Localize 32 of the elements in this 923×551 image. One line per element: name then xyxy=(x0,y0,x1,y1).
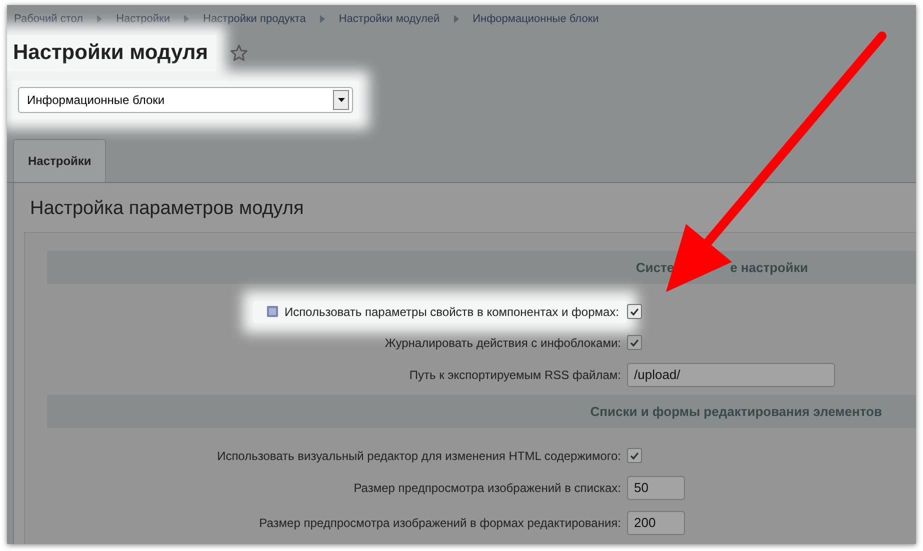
breadcrumb-link[interactable]: Настройки модулей xyxy=(338,13,440,25)
chevron-icon xyxy=(184,15,189,23)
input-field[interactable]: /upload/ xyxy=(627,362,835,386)
help-icon[interactable] xyxy=(267,306,278,317)
star-icon[interactable] xyxy=(230,44,248,62)
caret-icon xyxy=(338,98,344,102)
page-title: Настройки модуля xyxy=(7,35,216,71)
section-title: Систе xyxy=(636,260,674,275)
checkbox[interactable] xyxy=(627,448,642,463)
setting-label: Журналировать действия с инфоблоками: xyxy=(384,334,621,352)
checkmark-icon xyxy=(630,452,639,460)
checkbox[interactable] xyxy=(627,304,642,319)
checkmark-icon xyxy=(630,308,639,316)
input-field[interactable]: 50 xyxy=(627,476,685,500)
breadcrumb-link[interactable]: Настройки продукта xyxy=(203,13,306,25)
checkmark-icon xyxy=(630,338,639,346)
setting-label: Размер предпросмотра изображений в списках: xyxy=(354,480,621,496)
section-title: е настройки xyxy=(730,260,808,275)
checkbox[interactable] xyxy=(627,335,642,350)
setting-label: Использовать параметры свойств в компонентах и формах: xyxy=(284,304,619,320)
panel-title: Настройка параметров модуля xyxy=(29,197,305,221)
setting-label: Размер предпросмотра изображений в формах редактирования: xyxy=(259,514,621,532)
breadcrumb-link[interactable]: Информационные блоки xyxy=(472,13,599,25)
setting-label: Путь к экспортируемым RSS файлам: xyxy=(409,366,621,384)
module-select[interactable]: Информационные блоки xyxy=(18,87,353,113)
chevron-icon xyxy=(320,15,325,23)
input-field[interactable]: 200 xyxy=(627,510,685,534)
chevron-icon xyxy=(97,15,102,23)
section-title: Списки и формы редактирования элементов xyxy=(590,404,882,419)
tab[interactable]: Настройки xyxy=(13,139,106,182)
chevron-icon xyxy=(454,15,459,23)
setting-label: Использовать визуальный редактор для изменения HTML содержимого: xyxy=(217,448,621,464)
